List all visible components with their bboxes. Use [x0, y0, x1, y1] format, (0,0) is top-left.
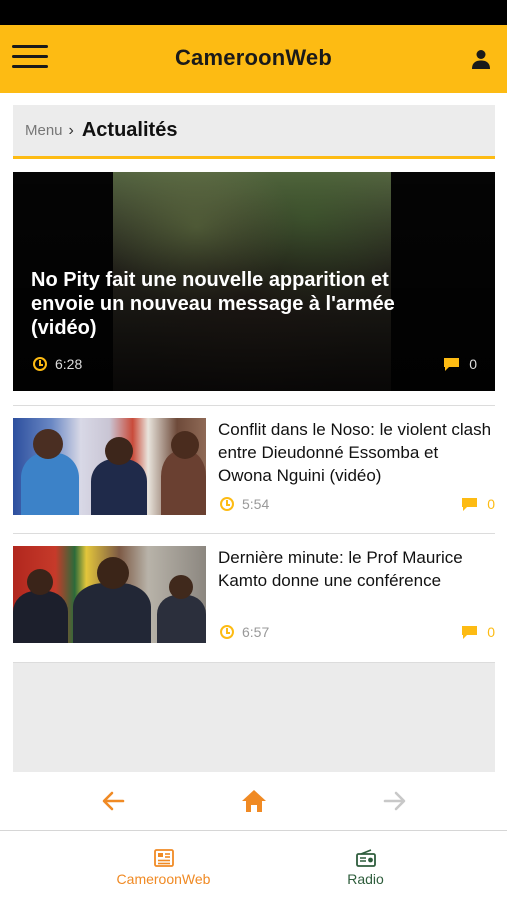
article-duration-text: 5:54: [242, 496, 270, 512]
list-item[interactable]: Conflit dans le Noso: le violent clash e…: [13, 418, 495, 516]
article-duration-text: 6:57: [242, 624, 270, 640]
list-item[interactable]: Dernière minute: le Prof Maurice Kamto d…: [13, 546, 495, 644]
article-title: Conflit dans le Noso: le violent clash e…: [218, 420, 492, 485]
article-thumbnail: [13, 546, 206, 643]
user-icon[interactable]: [469, 47, 493, 71]
ad-placeholder: [13, 663, 495, 772]
clock-icon: [220, 625, 234, 639]
app-title: CameroonWeb: [174, 45, 333, 70]
clock-icon: [33, 357, 47, 371]
breadcrumb-separator: ›: [68, 121, 74, 139]
divider: [13, 533, 495, 534]
divider: [13, 405, 495, 406]
tab-radio[interactable]: Radio: [239, 831, 492, 900]
newspaper-icon: [153, 849, 174, 867]
article-duration: 5:54: [220, 496, 269, 512]
app-header: CameroonWeb: [0, 25, 507, 93]
page-title: Actualités: [81, 119, 178, 141]
comment-icon: [462, 625, 478, 639]
arrow-left-icon[interactable]: [99, 788, 127, 814]
featured-article[interactable]: No Pity fait une nouvelle apparition et …: [13, 172, 495, 391]
featured-comments: 0: [444, 356, 477, 372]
article-title: Dernière minute: le Prof Maurice Kamto d…: [218, 548, 463, 590]
status-bar: [0, 0, 507, 25]
featured-comments-count: 0: [469, 356, 477, 372]
featured-duration: 6:28: [33, 356, 82, 372]
comment-icon: [462, 497, 478, 511]
article-comments-count: 0: [487, 496, 495, 512]
featured-duration-text: 6:28: [55, 356, 83, 372]
article-duration: 6:57: [220, 624, 269, 640]
featured-title: No Pity fait une nouvelle apparition et …: [31, 269, 395, 339]
article-thumbnail: [13, 418, 206, 515]
article-comments: 0: [462, 624, 495, 640]
radio-icon: [355, 849, 376, 867]
arrow-right-icon[interactable]: [381, 788, 409, 814]
breadcrumb-underline: [13, 156, 495, 159]
breadcrumb: Menu › Actualités: [13, 105, 495, 156]
breadcrumb-menu-link[interactable]: Menu: [25, 122, 63, 139]
home-icon[interactable]: [240, 788, 268, 814]
article-comments-count: 0: [487, 624, 495, 640]
tab-bar: CameroonWeb Radio: [0, 831, 507, 900]
tab-label: Radio: [347, 871, 384, 887]
browser-navigation: [0, 772, 507, 830]
article-comments: 0: [462, 496, 495, 512]
comment-icon: [444, 357, 460, 371]
clock-icon: [220, 497, 234, 511]
